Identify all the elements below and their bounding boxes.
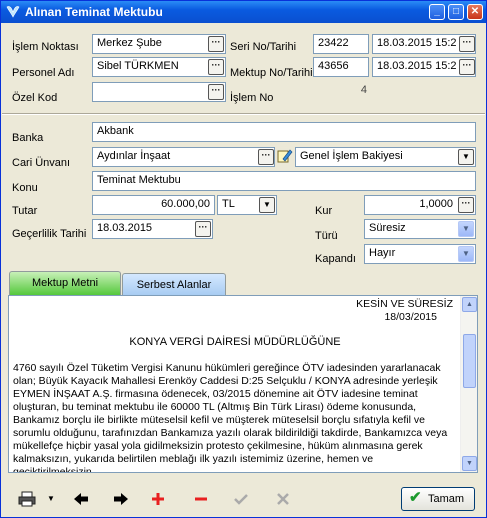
banka-input[interactable]: Akbank [92,122,476,142]
personel-adi-input[interactable]: Sibel TÜRKMEN [92,57,226,77]
ozel-kod-lookup-button[interactable]: ··· [208,84,224,100]
letter-header-line1: KESİN VE SÜRESİZ [356,298,453,310]
print-options-chevron-down-icon[interactable]: ▼ [41,489,61,509]
konu-input[interactable]: Teminat Mektubu [92,171,476,191]
currency-dropdown-icon[interactable]: ▼ [259,197,275,213]
scroll-up-icon[interactable]: ▲ [462,297,477,312]
turu-dropdown-icon[interactable]: ▼ [458,221,474,237]
scroll-down-icon[interactable]: ▼ [462,456,477,471]
ok-button-label: Tamam [428,493,465,505]
ok-button[interactable]: ✔ Tamam [401,487,475,511]
mektup-tarih-picker-button[interactable]: ··· [459,59,475,75]
letter-body: 4760 sayılı Özel Tüketim Vergisi Kanunu … [13,362,448,473]
kapandi-dropdown-icon[interactable]: ▼ [458,246,474,262]
seri-no-label: Seri No/Tarihi [230,41,297,53]
cari-unvani-input[interactable]: Aydınlar İnşaat [92,147,275,167]
ok-check-icon: ✔ [409,489,422,506]
close-button[interactable]: ✕ [467,4,483,20]
konu-label: Konu [12,182,38,194]
letter-header-line2: 18/03/2015 [384,311,437,323]
tutar-label: Tutar [12,205,38,217]
seri-no-input[interactable]: 23422 [313,34,369,54]
letter-text-area[interactable]: KESİN VE SÜRESİZ 18/03/2015 KONYA VERGİ … [8,295,478,473]
kur-lookup-button[interactable]: ··· [458,197,474,213]
islem-no-value: 4 [313,82,371,100]
seri-tarih-picker-button[interactable]: ··· [459,36,475,52]
edit-record-icon[interactable] [277,148,293,164]
cross-icon[interactable] [273,489,293,509]
cari-unvani-lookup-button[interactable]: ··· [258,149,274,165]
ozel-kod-label: Özel Kod [12,92,58,104]
header-divider [2,113,485,115]
tutar-input[interactable]: 60.000,00 [92,195,215,215]
app-icon [6,6,20,18]
title-bar[interactable]: Alınan Teminat Mektubu _ □ ✕ [1,1,486,23]
window: Alınan Teminat Mektubu _ □ ✕ İşlem Nokta… [0,0,487,518]
minimize-button[interactable]: _ [429,4,445,20]
gecerlilik-picker-button[interactable]: ··· [195,221,211,237]
kapandi-label: Kapandı [315,253,356,265]
mektup-no-input[interactable]: 43656 [313,57,369,77]
window-title: Alınan Teminat Mektubu [25,5,163,19]
islem-noktasi-label: İşlem Noktası [12,41,79,53]
mektup-no-label: Mektup No/Tarihi [230,67,313,79]
islem-noktasi-input[interactable]: Merkez Şube [92,34,226,54]
tab-serbest-alanlar[interactable]: Serbest Alanlar [122,273,226,295]
gecerlilik-label: Geçerlilik Tarihi [12,228,87,240]
tab-mektup-metni[interactable]: Mektup Metni [9,271,121,295]
kur-label: Kur [315,205,333,217]
turu-label: Türü [315,230,338,242]
cari-unvani-label: Cari Ünvanı [12,157,71,169]
islem-no-label: İşlem No [230,92,274,104]
bakiye-dropdown-icon[interactable]: ▼ [458,149,474,165]
maximize-button[interactable]: □ [448,4,464,20]
letter-recipient: KONYA VERGİ DAİRESİ MÜDÜRLÜĞÜNE [129,336,341,348]
scroll-thumb[interactable] [463,334,476,388]
minus-icon[interactable] [191,489,211,509]
ozel-kod-input[interactable] [92,82,226,102]
printer-icon[interactable] [17,489,37,509]
plus-icon[interactable] [148,489,168,509]
personel-adi-label: Personel Adı [12,67,75,79]
letter-document: KESİN VE SÜRESİZ 18/03/2015 KONYA VERGİ … [13,298,457,473]
banka-label: Banka [12,132,44,144]
check-icon[interactable] [231,489,251,509]
arrow-left-icon[interactable] [71,489,91,509]
personel-adi-lookup-button[interactable]: ··· [208,59,224,75]
arrow-right-icon[interactable] [111,489,131,509]
letter-scrollbar[interactable]: ▲ ▼ [460,296,477,472]
islem-noktasi-lookup-button[interactable]: ··· [208,36,224,52]
bakiye-select[interactable]: Genel İşlem Bakiyesi [295,147,476,167]
